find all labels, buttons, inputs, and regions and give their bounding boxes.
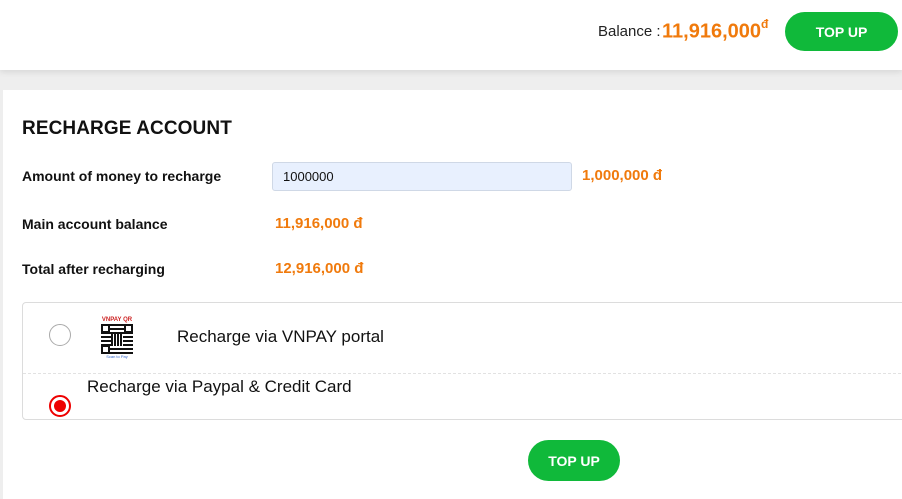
qr-caption-top: VNPAY QR <box>101 317 133 323</box>
qr-code-graphic <box>101 324 133 354</box>
qr-data <box>111 334 123 346</box>
vnpay-label: Recharge via VNPAY portal <box>177 327 384 346</box>
paypal-label: Recharge via Paypal & Credit Card <box>87 377 352 396</box>
paypal-radio[interactable] <box>49 395 71 417</box>
total-label: Total after recharging <box>22 261 165 277</box>
vnpay-radio[interactable] <box>49 324 71 346</box>
amount-input[interactable] <box>272 162 572 191</box>
balance-amount: 11,916,000đ <box>662 17 769 44</box>
payment-option-vnpay[interactable]: VNPAY QR Scan to Pay Recharge via VNPAY … <box>23 303 902 374</box>
main-balance-label: Main account balance <box>22 216 168 232</box>
recharge-panel: RECHARGE ACCOUNT Amount of money to rech… <box>3 90 902 499</box>
top-up-button[interactable]: TOP UP <box>528 440 620 481</box>
top-bar: Balance : 11,916,000đ TOP UP <box>0 0 902 70</box>
qr-finder <box>124 324 133 333</box>
qr-caption-bottom: Scan to Pay <box>106 354 128 359</box>
header-top-up-button[interactable]: TOP UP <box>785 12 898 51</box>
qr-finder <box>101 324 110 333</box>
payment-option-paypal[interactable]: Recharge via Paypal & Credit Card <box>23 374 902 420</box>
page-title: RECHARGE ACCOUNT <box>22 118 232 139</box>
currency-symbol: đ <box>761 17 769 31</box>
amount-formatted: 1,000,000 đ <box>582 167 663 184</box>
main-balance-value: 11,916,000 đ <box>275 215 363 232</box>
payment-methods: VNPAY QR Scan to Pay Recharge via VNPAY … <box>22 302 902 420</box>
balance-value: 11,916,000 <box>662 20 761 43</box>
balance-label: Balance : <box>598 23 661 40</box>
vnpay-qr-icon: VNPAY QR Scan to Pay <box>99 317 135 359</box>
amount-label: Amount of money to recharge <box>22 168 222 184</box>
qr-finder <box>101 345 110 354</box>
total-value: 12,916,000 đ <box>275 260 364 277</box>
